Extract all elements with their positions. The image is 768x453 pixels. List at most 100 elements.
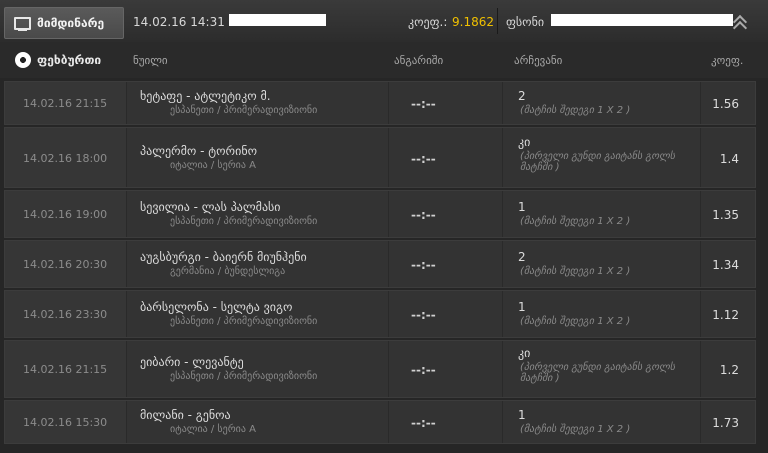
odds-cell: 1.12 <box>700 291 755 337</box>
choice-cell: 2 (მატჩის შედეგი 1 X 2 ) <box>502 82 701 124</box>
total-coef-label: კოეფ.: <box>408 15 448 29</box>
event-date: 14.02.16 15:30 <box>23 416 108 429</box>
current-datetime: 14.02.16 14:31 <box>133 15 225 29</box>
match-cell: აუგსბურგი - ბაიერნ მიუნჰენი გერმანია / ბუ… <box>126 241 389 287</box>
soccer-ball-icon <box>15 52 31 68</box>
score: --:-- <box>411 151 436 166</box>
score-cell: --:-- <box>388 241 503 287</box>
odds: 1.73 <box>712 416 739 430</box>
bet-row[interactable]: 14.02.16 21:15 ხეტაფე - ატლეტიკო მ. ესპანე… <box>4 81 756 125</box>
tab-live[interactable]: მიმდინარე <box>4 7 124 39</box>
pick: კი <box>518 346 531 360</box>
odds-cell: 1.34 <box>700 241 755 287</box>
match-cell: ხეტაფე - ატლეტიკო მ. ესპანეთი / პრიმერადი… <box>126 82 389 124</box>
league: გერმანია / ბუნდესლიგა <box>170 266 286 277</box>
score-cell: --:-- <box>388 291 503 337</box>
pick: 1 <box>518 408 526 422</box>
teams: მილანი - გენოა <box>140 408 231 422</box>
teams: სევილია - ლას პალმასი <box>140 200 281 214</box>
league: ესპანეთი / პრიმერადივიზიონი <box>170 371 318 382</box>
match-cell: ბარსელონა - სელტა ვიგო ესპანეთი / პრიმერა… <box>126 291 389 337</box>
date-cell: 14.02.16 23:30 <box>5 291 127 337</box>
pick-description: (მატჩის შედეგი 1 X 2 ) <box>520 424 631 435</box>
pick: 1 <box>518 300 526 314</box>
league: ესპანეთი / პრიმერადივიზიონი <box>170 216 318 227</box>
match-cell: ეიბარი - ლევანტე ესპანეთი / პრიმერადივიზი… <box>126 341 389 397</box>
teams: ხეტაფე - ატლეტიკო მ. <box>140 89 271 103</box>
date-cell: 14.02.16 21:15 <box>5 341 127 397</box>
pick-description: (მატჩის შედეგი 1 X 2 ) <box>520 266 631 277</box>
score-cell: --:-- <box>388 401 503 443</box>
odds: 1.12 <box>712 308 739 322</box>
total-coef-value: 9.1862 <box>452 15 494 29</box>
col-odds: კოეფ. <box>711 54 744 67</box>
teams: ეიბარი - ლევანტე <box>140 355 244 369</box>
bet-row[interactable]: 14.02.16 23:30 ბარსელონა - სელტა ვიგო ესპა… <box>4 290 756 338</box>
redacted-block <box>551 14 733 26</box>
date-cell: 14.02.16 20:30 <box>5 241 127 287</box>
top-bar: მიმდინარე 14.02.16 14:31 კოეფ.: 9.1862 ფ… <box>0 0 768 43</box>
score-cell: --:-- <box>388 341 503 397</box>
pick-description: (მატჩის შედეგი 1 X 2 ) <box>520 316 631 327</box>
pick: 2 <box>518 250 526 264</box>
date-cell: 14.02.16 21:15 <box>5 82 127 124</box>
choice-cell: კი (პირველი გუნდი გაიტანს გოლს მატჩში ) <box>502 128 701 187</box>
col-event: ნუილი <box>133 54 168 67</box>
pick: 2 <box>518 89 526 103</box>
match-cell: სევილია - ლას პალმასი ესპანეთი / პრიმერად… <box>126 191 389 237</box>
odds-cell: 1.35 <box>700 191 755 237</box>
pick-description: (პირველი გუნდი გაიტანს გოლს მატჩში ) <box>520 362 675 384</box>
date-cell: 14.02.16 19:00 <box>5 191 127 237</box>
score: --:-- <box>411 208 436 222</box>
col-choice: არჩევანი <box>514 54 563 67</box>
bet-row[interactable]: 14.02.16 15:30 მილანი - გენოა იტალია / სერ… <box>4 400 756 444</box>
league: ესპანეთი / პრიმერადივიზიონი <box>170 316 318 327</box>
match-cell: მილანი - გენოა იტალია / სერია A <box>126 401 389 443</box>
date-cell: 14.02.16 15:30 <box>5 401 127 443</box>
odds-cell: 1.56 <box>700 82 755 124</box>
redacted-block <box>229 14 326 26</box>
col-score: ანგარიში <box>394 54 444 67</box>
pick-description: (მატჩის შედეგი 1 X 2 ) <box>520 105 631 116</box>
score-cell: --:-- <box>388 191 503 237</box>
pick-description: (პირველი გუნდი გაიტანს გოლს მატჩში ) <box>520 150 675 173</box>
tab-live-label: მიმდინარე <box>37 16 105 30</box>
choice-cell: 1 (მატჩის შედეგი 1 X 2 ) <box>502 191 701 237</box>
choice-cell: კი (პირველი გუნდი გაიტანს გოლს მატჩში ) <box>502 341 701 397</box>
choice-cell: 1 (მატჩის შედეგი 1 X 2 ) <box>502 291 701 337</box>
event-date: 14.02.16 19:00 <box>23 208 108 221</box>
score-cell: --:-- <box>388 82 503 124</box>
monitor-icon <box>14 17 31 31</box>
teams: პალერმო - ტორინო <box>140 143 258 158</box>
odds-cell: 1.2 <box>700 341 755 397</box>
score: --:-- <box>411 97 436 111</box>
league: იტალია / სერია A <box>170 424 256 435</box>
bet-row[interactable]: 14.02.16 19:00 სევილია - ლას პალმასი ესპან… <box>4 190 756 238</box>
bet-row[interactable]: 14.02.16 18:00 პალერმო - ტორინო იტალია / ს… <box>4 127 756 188</box>
divider <box>497 8 498 34</box>
league: იტალია / სერია A <box>170 159 256 171</box>
event-date: 14.02.16 23:30 <box>23 308 108 321</box>
score: --:-- <box>411 363 436 377</box>
odds-cell: 1.4 <box>700 128 755 187</box>
odds: 1.4 <box>719 151 739 166</box>
bet-row[interactable]: 14.02.16 21:15 ეიბარი - ლევანტე ესპანეთი /… <box>4 340 756 398</box>
date-cell: 14.02.16 18:00 <box>5 128 127 187</box>
event-date: 14.02.16 20:30 <box>23 258 108 271</box>
score: --:-- <box>411 416 436 430</box>
collapse-button[interactable] <box>732 14 749 36</box>
odds-cell: 1.73 <box>700 401 755 443</box>
choice-cell: 2 (მატჩის შედეგი 1 X 2 ) <box>502 241 701 287</box>
pick: კი <box>518 134 531 149</box>
score: --:-- <box>411 308 436 322</box>
odds: 1.2 <box>719 363 739 377</box>
teams: აუგსბურგი - ბაიერნ მიუნჰენი <box>140 250 307 264</box>
pick-description: (მატჩის შედეგი 1 X 2 ) <box>520 216 631 227</box>
score-cell: --:-- <box>388 128 503 187</box>
bet-row[interactable]: 14.02.16 20:30 აუგსბურგი - ბაიერნ მიუნჰენ… <box>4 240 756 288</box>
sport-category: ფეხბურთი <box>37 53 102 67</box>
event-date: 14.02.16 21:15 <box>23 363 108 376</box>
odds: 1.34 <box>712 258 739 272</box>
odds: 1.56 <box>712 97 739 111</box>
pick: 1 <box>518 200 526 214</box>
